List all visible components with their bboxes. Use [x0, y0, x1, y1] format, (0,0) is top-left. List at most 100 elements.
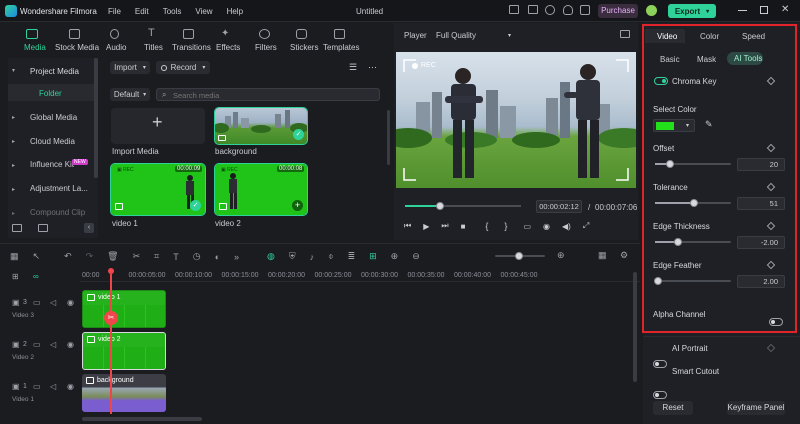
- volume-icon[interactable]: ◀): [562, 222, 571, 231]
- link-icon[interactable]: ∞: [33, 272, 39, 281]
- sidebar-item-influence-kit[interactable]: Influence Kit: [30, 160, 74, 169]
- tab-stickers[interactable]: Stickers: [290, 43, 318, 52]
- search-box[interactable]: ⌕: [156, 88, 380, 101]
- smart-cutout-toggle[interactable]: [653, 391, 667, 399]
- marker-icon[interactable]: ⊕: [391, 251, 399, 262]
- monitor-icon[interactable]: [509, 5, 519, 14]
- save-icon[interactable]: [528, 5, 538, 14]
- record-dropdown[interactable]: Record ▾: [156, 61, 210, 74]
- slider-value-field[interactable]: -2.00: [737, 236, 785, 249]
- list-icon[interactable]: ≣: [348, 251, 356, 262]
- import-media-tile[interactable]: +: [111, 108, 205, 144]
- current-time[interactable]: 00:00:02:12: [536, 200, 582, 213]
- speed-icon[interactable]: ◷: [193, 251, 201, 262]
- import-dropdown[interactable]: Import ▾: [110, 61, 150, 74]
- eyedropper-icon[interactable]: ✎: [705, 119, 713, 130]
- sidebar-project-media[interactable]: Project Media: [30, 67, 79, 76]
- sidebar-item-compound-clip[interactable]: Compound Clip: [30, 208, 85, 217]
- support-icon[interactable]: [563, 5, 573, 15]
- search-input[interactable]: [173, 90, 373, 100]
- progress-knob[interactable]: [435, 202, 444, 210]
- add-track-icon[interactable]: ⊞: [12, 272, 19, 281]
- split-marker-icon[interactable]: ✂: [104, 311, 118, 325]
- stop-icon[interactable]: ■: [461, 222, 466, 231]
- folder-icon[interactable]: ▭: [33, 340, 41, 349]
- tab-filters[interactable]: Filters: [255, 43, 277, 52]
- tab-titles[interactable]: Titles: [144, 43, 163, 52]
- delete-icon[interactable]: 🗑: [107, 251, 118, 262]
- minimize-icon[interactable]: [738, 10, 747, 11]
- playhead-line[interactable]: [110, 274, 112, 414]
- volume-icon[interactable]: ◁: [50, 298, 56, 307]
- menu-help[interactable]: Help: [227, 7, 243, 16]
- media-scrollbar[interactable]: [387, 110, 390, 165]
- timeline-vscrollbar[interactable]: [633, 272, 637, 382]
- volume-icon[interactable]: ◁: [50, 340, 56, 349]
- settings-icon[interactable]: ⚙: [620, 250, 628, 261]
- close-icon[interactable]: ✕: [781, 4, 789, 15]
- redo-icon[interactable]: ↷: [86, 251, 94, 262]
- tab-transitions[interactable]: Transitions: [172, 43, 211, 52]
- more-tools-icon[interactable]: »: [234, 252, 239, 262]
- tab-media[interactable]: Media: [24, 43, 46, 52]
- tab-video[interactable]: Video: [645, 29, 685, 43]
- tab-templates[interactable]: Templates: [323, 43, 359, 52]
- slider-value-field[interactable]: 20: [737, 158, 785, 171]
- folder-icon[interactable]: [38, 224, 48, 232]
- timeline-clip-video2[interactable]: video 2: [82, 332, 166, 370]
- volume-icon[interactable]: ◁: [50, 382, 56, 391]
- chroma-key-toggle[interactable]: [654, 77, 668, 85]
- play-icon[interactable]: ▶: [423, 222, 429, 231]
- video-preview[interactable]: REC: [396, 52, 636, 188]
- tab-effects[interactable]: Effects: [216, 43, 240, 52]
- sidebar-folder[interactable]: Folder: [8, 84, 98, 101]
- sidebar-item-global-media[interactable]: Global Media: [30, 113, 77, 122]
- split-icon[interactable]: ✂: [133, 251, 141, 262]
- menu-view[interactable]: View: [195, 7, 212, 16]
- mark-in-icon[interactable]: {: [485, 221, 488, 231]
- alpha-channel-toggle[interactable]: [769, 318, 783, 326]
- avatar[interactable]: [646, 5, 657, 16]
- subtab-mask[interactable]: Mask: [697, 55, 716, 64]
- slider-knob[interactable]: [689, 199, 698, 207]
- slider-knob[interactable]: [673, 238, 682, 246]
- eye-icon[interactable]: ◉: [67, 340, 74, 349]
- progress-track[interactable]: [405, 202, 521, 210]
- eye-icon[interactable]: ◉: [67, 298, 74, 307]
- maximize-icon[interactable]: [760, 6, 768, 14]
- slider-track[interactable]: [655, 160, 731, 168]
- snapshot-icon[interactable]: [620, 30, 630, 38]
- fullscreen-icon[interactable]: ⤢: [583, 221, 589, 231]
- next-frame-icon[interactable]: ⏭: [441, 221, 448, 231]
- notification-icon[interactable]: [580, 5, 590, 15]
- quality-dropdown[interactable]: Full Quality ▾: [436, 31, 511, 40]
- timeline-clip-video1[interactable]: video 1: [82, 290, 166, 328]
- menu-tools[interactable]: Tools: [163, 7, 182, 16]
- tab-audio[interactable]: Audio: [106, 43, 126, 52]
- folder-icon[interactable]: ▭: [33, 298, 41, 307]
- sidebar-item-adjustment-layer[interactable]: Adjustment La...: [30, 184, 88, 193]
- reset-button[interactable]: Reset: [653, 401, 693, 415]
- add-icon[interactable]: +: [292, 200, 303, 211]
- zoom-slider[interactable]: [495, 252, 545, 260]
- timeline-scrollbar[interactable]: [82, 417, 202, 421]
- crop-icon[interactable]: ⌗: [154, 251, 159, 262]
- mic-icon[interactable]: ⌽: [328, 251, 333, 262]
- more-icon[interactable]: ⋯: [368, 62, 377, 73]
- display-icon[interactable]: ▭: [523, 222, 531, 231]
- export-button[interactable]: Export ▾: [668, 4, 716, 18]
- sidebar-scrollbar[interactable]: [94, 58, 98, 178]
- keyframe-panel-button[interactable]: Keyframe Panel: [727, 401, 785, 415]
- video1-thumbnail[interactable]: ▣ REC 00:00:09 ✓: [110, 163, 206, 216]
- subtab-basic[interactable]: Basic: [660, 55, 680, 64]
- color-picker[interactable]: ▾: [653, 119, 695, 132]
- eye-icon[interactable]: ◉: [67, 382, 74, 391]
- camera-icon[interactable]: ◉: [543, 222, 550, 231]
- collapse-sidebar-icon[interactable]: ‹: [84, 223, 94, 233]
- sidebar-item-cloud-media[interactable]: Cloud Media: [30, 137, 75, 146]
- slider-value-field[interactable]: 51: [737, 197, 785, 210]
- folder-icon[interactable]: ▭: [33, 382, 41, 391]
- slider-track[interactable]: [655, 199, 731, 207]
- slider-track[interactable]: [654, 277, 731, 285]
- text-icon[interactable]: T: [173, 252, 179, 262]
